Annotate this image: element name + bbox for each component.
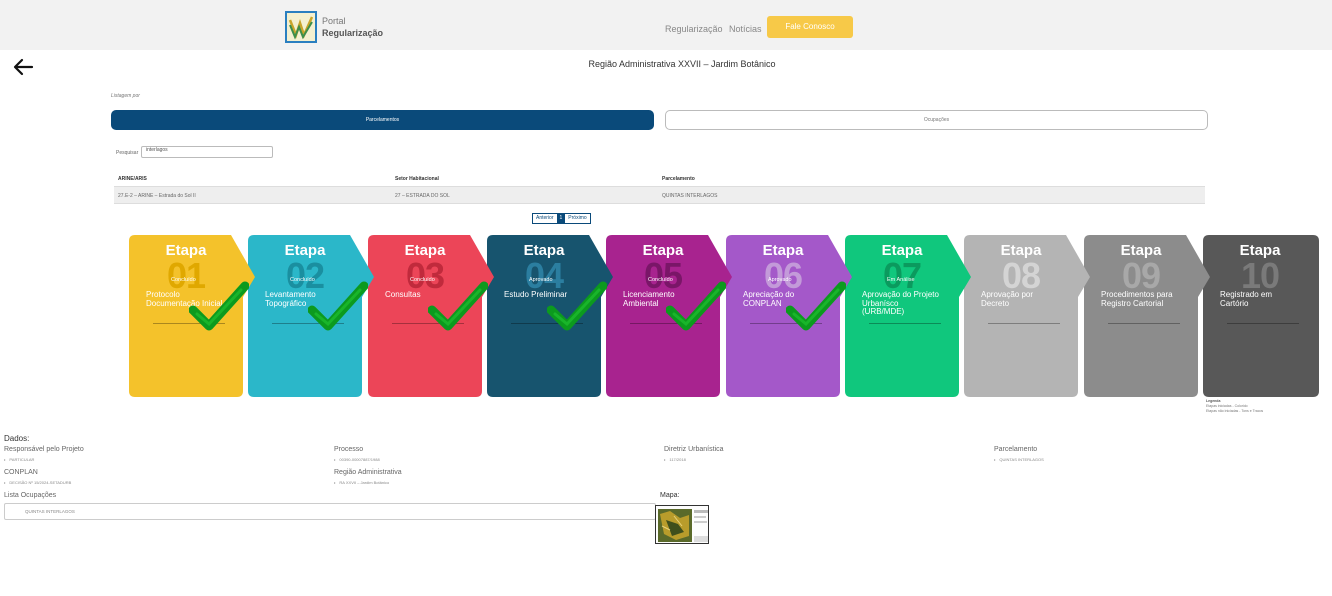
column-header-parcelamento: Parcelamento <box>662 176 695 182</box>
tab-ocupacoes[interactable]: Ocupações <box>665 110 1208 130</box>
table-cell: 27 – ESTRADA DO SOL <box>395 193 450 199</box>
etapa-step-09[interactable]: Etapa 09 Procedimentos para Registro Carto… <box>1084 235 1210 397</box>
step-divider <box>869 323 941 324</box>
etapa-step-05[interactable]: Etapa 05 Concluído Licenciamento Ambiental <box>606 235 732 397</box>
tab-parcelamentos[interactable]: Parcelamentos <box>111 110 654 130</box>
pagination-next-button[interactable]: Próximo <box>565 214 589 223</box>
step-title: Aprovação do Projeto Urbanísco (URB/MDE) <box>862 290 939 316</box>
mapa-label: Mapa: <box>660 492 680 499</box>
step-divider <box>1108 323 1180 324</box>
brand-line2: Regularização <box>322 28 384 38</box>
portal-logo-icon[interactable] <box>285 11 317 43</box>
check-icon <box>189 281 249 331</box>
column-header-arine: ARINE/ARIS <box>118 176 147 182</box>
field-value-processo: 00390-00007887/1988 <box>334 457 379 462</box>
pagination: Anterior 1 Próximo <box>532 213 591 224</box>
pagination-prev-button[interactable]: Anterior <box>533 214 557 223</box>
etapa-step-01[interactable]: Etapa 01 Concluído Protocolo Documentação I… <box>129 235 255 397</box>
legend-item: Etapas não iniciadas - Tons e Tracos <box>1206 409 1264 413</box>
ocupacoes-label: Lista Ocupações <box>4 492 57 499</box>
check-icon <box>428 281 488 331</box>
dados-title: Dados: <box>4 434 30 443</box>
step-title: Aprovação por Decreto <box>981 290 1034 308</box>
table-row[interactable]: 27.E-2 – ARINE – Estrada do Sol II 27 – … <box>114 187 1205 204</box>
field-value-diretriz[interactable]: 117/2018 <box>664 457 685 462</box>
step-divider <box>1227 323 1299 324</box>
field-value-responsavel: PARTICULAR <box>4 457 34 462</box>
legend: Legenda Etapas iniciadas - Colorido Etap… <box>1206 399 1263 414</box>
nav-link-noticias[interactable]: Notícias <box>729 24 762 34</box>
field-value-regiao: RA XXVII – Jardim Botânico <box>334 480 389 485</box>
etapa-step-07[interactable]: Etapa 07 Em Análise Aprovação do Projeto Ur… <box>845 235 971 397</box>
check-icon <box>666 281 726 331</box>
check-icon <box>308 281 368 331</box>
table-header-row: ARINE/ARIS Setor Habitacional Parcelamen… <box>114 170 1205 187</box>
field-value-parcelamento: QUINTAS INTERLAGOS <box>994 457 1043 462</box>
field-label-regiao: Região Administrativa <box>334 469 402 476</box>
nav-link-regularizacao[interactable]: Regularização <box>665 24 723 34</box>
step-title: Procedimentos para Registro Cartorial <box>1101 290 1173 308</box>
table-cell: QUINTAS INTERLAGOS <box>662 193 718 199</box>
field-label-processo: Processo <box>334 446 364 453</box>
field-label-responsavel: Responsável pelo Projeto <box>4 446 84 453</box>
map-thumbnail-image[interactable] <box>655 505 709 544</box>
table-cell: 27.E-2 – ARINE – Estrada do Sol II <box>118 193 196 199</box>
etapa-step-02[interactable]: Etapa 02 Concluído Levantamento Topográfico <box>248 235 374 397</box>
parcelamentos-table: ARINE/ARIS Setor Habitacional Parcelamen… <box>114 170 1205 204</box>
check-icon <box>547 281 607 331</box>
search-input[interactable]: interlagos <box>141 146 273 158</box>
field-label-diretriz: Diretriz Urbanística <box>664 446 724 453</box>
etapa-step-10[interactable]: Etapa 10 Registrado em Cartório <box>1203 235 1329 397</box>
column-header-setor: Setor Habitacional <box>395 176 439 182</box>
listagem-label: Listagem por <box>111 93 140 99</box>
etapa-step-08[interactable]: Etapa 08 Aprovação por Decreto <box>964 235 1090 397</box>
pagination-page-1[interactable]: 1 <box>556 214 566 223</box>
step-title: Registrado em Cartório <box>1220 290 1273 308</box>
field-label-parcelamento: Parcelamento <box>994 446 1038 453</box>
etapa-step-04[interactable]: Etapa 04 Aprovado Estudo Preliminar <box>487 235 613 397</box>
etapa-step-03[interactable]: Etapa 03 Concluído Consultas <box>368 235 494 397</box>
field-value-conplan: DECISÃO Nº 15/2024-SETADURB <box>4 480 71 485</box>
search-label: Pesquisar <box>116 150 139 156</box>
brand-line1: Portal <box>322 16 346 26</box>
step-divider <box>988 323 1060 324</box>
step-status: Em Análise <box>887 277 915 283</box>
check-icon <box>786 281 846 331</box>
fale-conosco-button[interactable]: Fale Conosco <box>767 16 853 38</box>
page-title: Região Administrativa XXVII – Jardim Bot… <box>588 59 776 69</box>
ocupacoes-list-item[interactable]: QUINTAS INTERLAGOS <box>4 503 656 520</box>
etapa-step-06[interactable]: Etapa 06 Aprovado Apreciação do CONPLAN <box>726 235 852 397</box>
brand-name[interactable]: Portal Regularização <box>322 15 383 39</box>
field-label-conplan: CONPLAN <box>4 469 38 476</box>
